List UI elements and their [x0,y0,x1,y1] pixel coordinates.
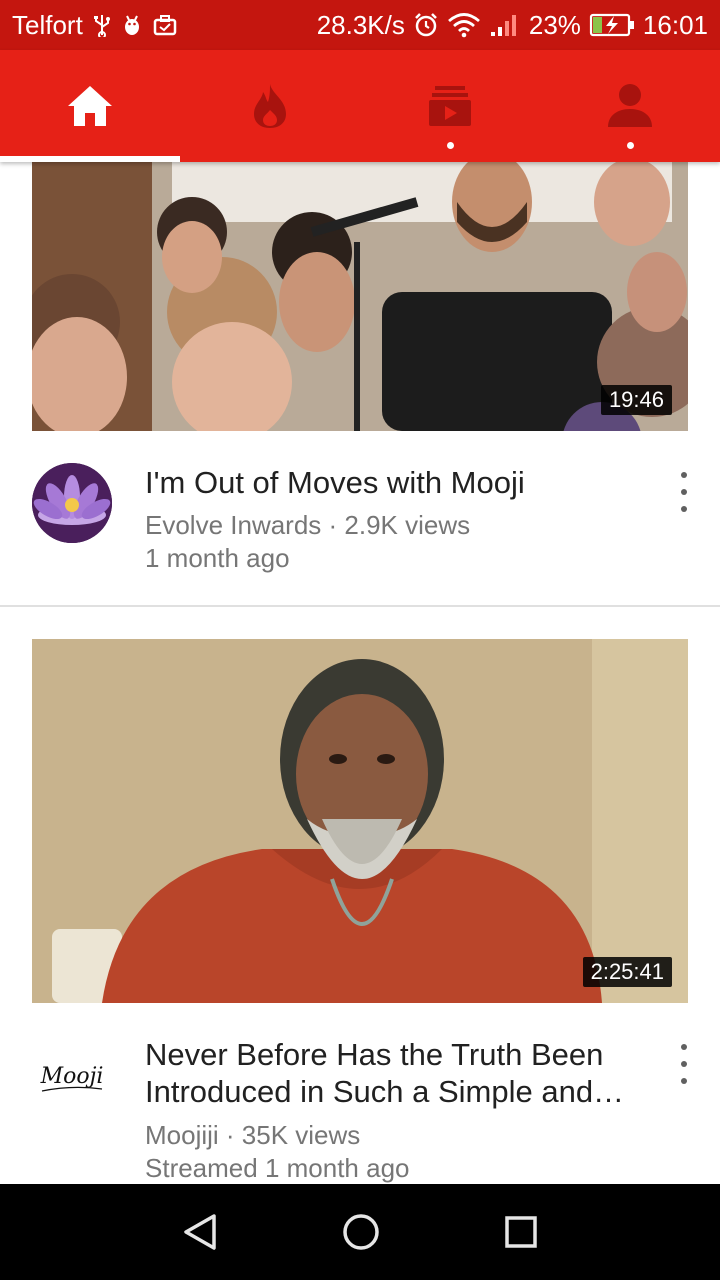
tab-subscriptions[interactable] [360,50,540,162]
recents-icon [505,1216,537,1248]
net-speed-label: 28.3K/s [316,9,405,40]
video-channel-views: Moojiji · 35K views [145,1120,361,1150]
wifi-icon [447,12,481,38]
video-title-line-1: Never Before Has the Truth Been [145,1037,604,1072]
video-duration: 2:25:41 [582,957,672,987]
video-thumbnail[interactable]: 2:25:41 [32,639,688,1003]
tab-home[interactable] [0,50,180,162]
home-button[interactable] [337,1208,385,1256]
video-feed[interactable]: 19:46 I'm Out of Moves with Mooji Evolve… [0,162,720,1184]
signal-icon [489,12,521,38]
video-title-line-2: Introduced in Such a Simple and… [145,1074,625,1109]
video-age: 1 month ago [145,543,290,573]
divider [0,605,720,607]
video-channel-views: Evolve Inwards · 2.9K views [145,510,471,540]
video-title[interactable]: I'm Out of Moves with Mooji [145,464,635,501]
home-circle-icon [343,1214,379,1250]
carrier-label: Telfort [12,9,83,40]
mooji-signature-logo: Mooji [32,1035,112,1115]
mooji-thumbnail-image [32,639,688,1003]
video-thumbnail[interactable]: 19:46 [32,162,688,431]
app-bar [0,50,720,162]
more-options-icon[interactable] [672,1044,696,1084]
svg-text:Mooji: Mooji [40,1064,104,1089]
back-button[interactable] [176,1208,224,1256]
status-bar: Telfort 28.3K/s 23% 16:01 [0,0,720,50]
android-debug-icon [121,13,143,37]
flame-icon [254,84,286,128]
subscriptions-icon [429,86,471,126]
channel-avatar[interactable]: Mooji [32,1035,112,1115]
channel-avatar[interactable] [32,463,112,543]
battery-label: 23% [528,9,581,40]
alarm-icon [413,12,439,38]
clock-label: 16:01 [642,9,708,40]
selected-tab-indicator [0,156,180,162]
battery-charging-icon [589,13,635,37]
tab-trending[interactable] [180,50,360,162]
video-age: Streamed 1 month ago [145,1153,410,1183]
briefcase-icon [153,14,177,36]
more-options-icon[interactable] [672,472,696,512]
crowd-thumbnail-image [32,162,688,431]
lotus-avatar-icon [32,463,112,543]
recents-button[interactable] [497,1208,545,1256]
usb-icon [93,13,111,37]
account-new-dot [627,142,634,149]
video-duration: 19:46 [600,385,672,415]
tab-account[interactable] [540,50,720,162]
subscriptions-new-dot [447,142,454,149]
system-nav-bar [0,1184,720,1280]
back-icon [184,1214,216,1250]
account-icon [608,84,652,127]
home-icon [68,86,112,126]
video-title[interactable]: Never Before Has the Truth Been Introduc… [145,1036,635,1110]
